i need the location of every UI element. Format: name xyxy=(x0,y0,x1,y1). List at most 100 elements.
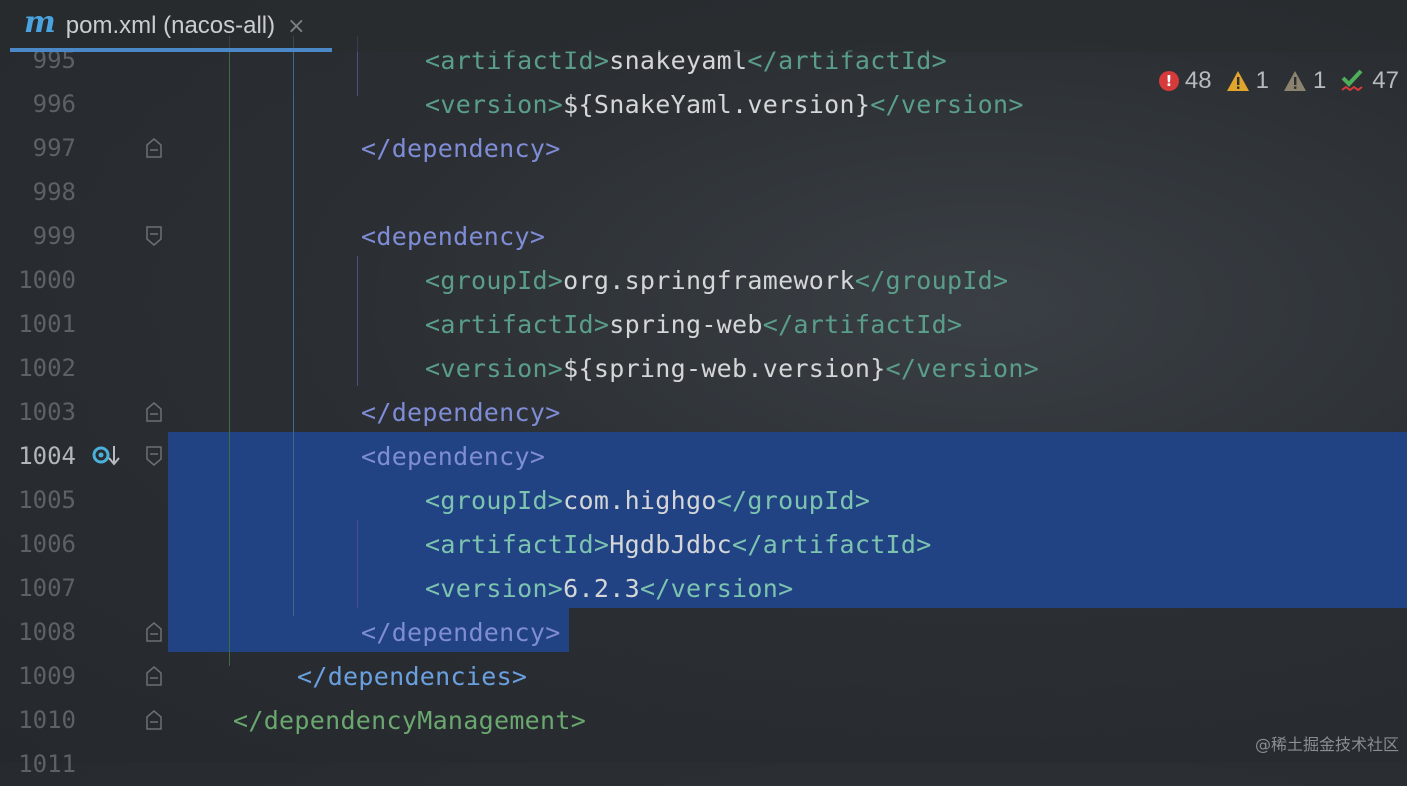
code-line[interactable]: 1002 <version>${spring-web.version}</vers… xyxy=(0,346,1407,390)
typos-count: 47 xyxy=(1372,67,1399,94)
line-number: 1003 xyxy=(18,398,76,426)
xml-text: ${SnakeYaml.version} xyxy=(563,89,871,119)
code-text: <groupId>org.springframework</groupId> xyxy=(425,266,1008,295)
xml-tag: <version> xyxy=(425,573,564,603)
xml-tag: <version> xyxy=(425,353,564,383)
xml-tag: </artifactId> xyxy=(732,529,932,559)
weak-warning-icon xyxy=(1283,71,1306,91)
xml-text: HgdbJdbc xyxy=(609,529,733,559)
xml-tag: </dependency> xyxy=(361,617,561,647)
maven-icon: m xyxy=(24,4,56,40)
xml-tag: <groupId> xyxy=(425,265,564,295)
line-number: 996 xyxy=(32,90,76,118)
line-number: 997 xyxy=(32,134,76,162)
code-line[interactable]: 999 <dependency> xyxy=(0,214,1407,258)
line-number: 1000 xyxy=(18,266,76,294)
line-number: 998 xyxy=(32,178,76,206)
code-text: </dependency> xyxy=(361,618,561,647)
warnings-count: 1 xyxy=(1255,67,1269,94)
xml-tag: </groupId> xyxy=(716,485,871,515)
code-text: <dependency> xyxy=(361,442,545,471)
inspection-widget[interactable]: ! 48 1 1 47 xyxy=(1158,66,1399,96)
xml-tag: </groupId> xyxy=(854,265,1009,295)
code-text: <artifactId>spring-web</artifactId> xyxy=(425,310,962,339)
code-text: </dependency> xyxy=(361,398,561,427)
xml-tag: </dependencies> xyxy=(297,661,528,691)
xml-text: com.highgo xyxy=(563,485,717,515)
errors-indicator[interactable]: ! 48 xyxy=(1158,67,1212,95)
tab-pom-xml[interactable]: m pom.xml (nacos-all) × xyxy=(10,0,332,52)
xml-tag: </dependencyManagement> xyxy=(233,705,587,735)
xml-text: spring-web xyxy=(609,309,763,339)
weak-warnings-count: 1 xyxy=(1312,67,1327,94)
line-number: 1009 xyxy=(18,662,76,690)
code-line[interactable]: 1008 </dependency> xyxy=(0,610,1407,654)
active-tab-indicator xyxy=(10,48,332,52)
error-icon: ! xyxy=(1158,71,1179,91)
warning-icon xyxy=(1226,71,1249,91)
editor-tab-bar: m pom.xml (nacos-all) × xyxy=(0,0,1407,52)
code-line[interactable]: 1011 xyxy=(0,742,1407,786)
close-icon[interactable]: × xyxy=(287,14,305,39)
weak-warnings-indicator[interactable]: 1 xyxy=(1283,67,1326,95)
line-number: 1007 xyxy=(18,574,76,602)
xml-text: ${spring-web.version} xyxy=(563,353,886,383)
fold-marker-icon[interactable] xyxy=(146,666,162,686)
code-text: </dependency> xyxy=(361,134,561,163)
line-number: 1005 xyxy=(18,486,76,514)
fold-marker-icon[interactable] xyxy=(146,710,162,730)
code-line[interactable]: 1000 <groupId>org.springframework</groupI… xyxy=(0,258,1407,302)
xml-tag: <groupId> xyxy=(425,485,564,515)
xml-tag: <dependency> xyxy=(361,221,546,251)
code-text: </dependencies> xyxy=(297,662,527,691)
overridden-method-gutter-icon[interactable] xyxy=(92,441,122,471)
code-line[interactable]: 1009 </dependencies> xyxy=(0,654,1407,698)
fold-marker-icon[interactable] xyxy=(146,226,162,246)
code-text: <version>6.2.3</version> xyxy=(425,574,793,603)
warnings-indicator[interactable]: 1 xyxy=(1226,67,1269,95)
fold-marker-icon[interactable] xyxy=(146,402,162,422)
xml-tag: </dependency> xyxy=(361,397,561,427)
xml-tag: <dependency> xyxy=(361,441,546,471)
line-number: 999 xyxy=(32,222,76,250)
code-text: <dependency> xyxy=(361,222,545,251)
line-number: 1011 xyxy=(18,750,76,778)
errors-count: 48 xyxy=(1184,67,1212,94)
code-text: </dependencyManagement> xyxy=(233,706,586,735)
line-number: 1002 xyxy=(18,354,76,382)
xml-tag: <artifactId> xyxy=(425,529,610,559)
xml-tag: </version> xyxy=(639,573,794,603)
code-text: <version>${spring-web.version}</version> xyxy=(425,354,1039,383)
xml-text: org.springframework xyxy=(563,265,855,295)
code-line[interactable]: 1004 <dependency> xyxy=(0,434,1407,478)
line-number: 1008 xyxy=(18,618,76,646)
typo-check-icon xyxy=(1341,69,1363,92)
code-line[interactable]: 1007 <version>6.2.3</version> xyxy=(0,566,1407,610)
code-editor[interactable]: 995 <artifactId>snakeyaml</artifactId> 996… xyxy=(0,36,1407,778)
code-line[interactable]: 1003 </dependency> xyxy=(0,390,1407,434)
code-line[interactable]: 1005 <groupId>com.highgo</groupId> xyxy=(0,478,1407,522)
watermark: @稀土掘金技术社区 xyxy=(1254,735,1399,754)
code-line[interactable]: 1010 </dependencyManagement> xyxy=(0,698,1407,742)
xml-tag: </version> xyxy=(870,89,1024,119)
line-number: 1001 xyxy=(18,310,76,338)
xml-tag: </artifactId> xyxy=(762,309,963,339)
tab-title: pom.xml (nacos-all) xyxy=(65,12,276,39)
code-line[interactable]: 997 </dependency> xyxy=(0,126,1407,170)
fold-marker-icon[interactable] xyxy=(146,622,162,642)
line-number: 1006 xyxy=(18,530,76,558)
xml-tag: <version> xyxy=(425,89,564,119)
code-text: <version>${SnakeYaml.version}</version> xyxy=(425,90,1024,119)
code-line[interactable]: 1001 <artifactId>spring-web</artifactId> xyxy=(0,302,1407,346)
code-line[interactable]: 998 xyxy=(0,170,1407,214)
line-number: 1010 xyxy=(18,706,76,734)
typos-indicator[interactable]: 47 xyxy=(1340,67,1399,95)
xml-tag: </dependency> xyxy=(361,133,561,163)
line-number: 1004 xyxy=(18,442,76,470)
xml-text: 6.2.3 xyxy=(563,573,640,603)
code-line[interactable]: 1006 <artifactId>HgdbJdbc</artifactId> xyxy=(0,522,1407,566)
code-text: <groupId>com.highgo</groupId> xyxy=(425,486,870,515)
fold-marker-icon[interactable] xyxy=(146,446,162,466)
xml-tag: </version> xyxy=(885,353,1040,383)
fold-marker-icon[interactable] xyxy=(146,138,162,158)
